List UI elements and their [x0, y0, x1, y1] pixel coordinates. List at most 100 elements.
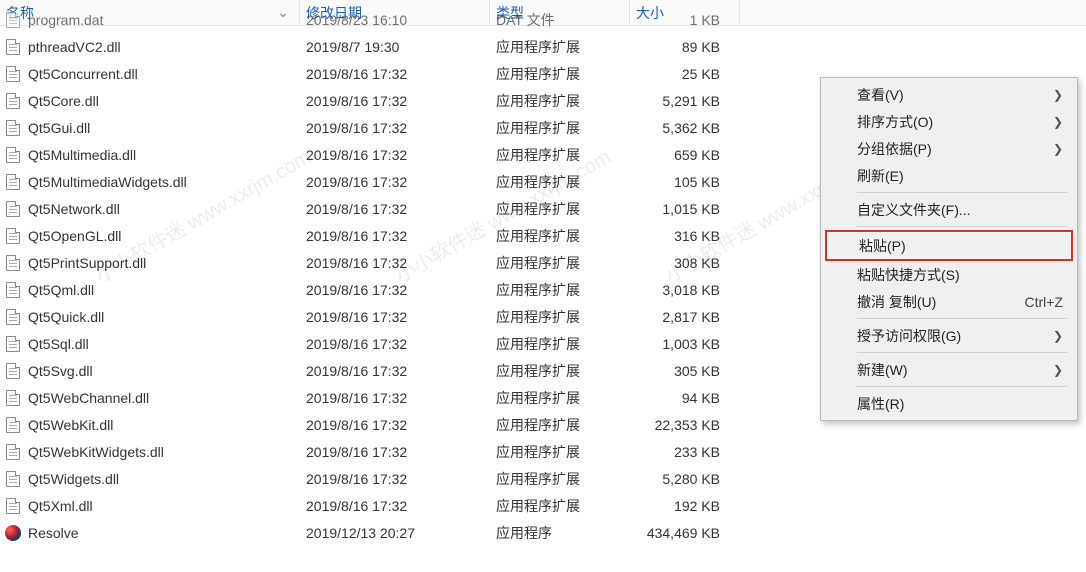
file-name-cell: Resolve — [0, 524, 300, 542]
resolve-app-icon — [4, 524, 22, 542]
chevron-right-icon: ❯ — [1053, 363, 1063, 377]
menu-properties[interactable]: 属性(R) — [823, 390, 1075, 417]
menu-paste-shortcut[interactable]: 粘贴快捷方式(S) — [823, 261, 1075, 288]
chevron-right-icon: ❯ — [1053, 115, 1063, 129]
file-icon — [4, 119, 22, 137]
file-size-cell: 94 KB — [630, 390, 740, 406]
menu-paste[interactable]: 粘贴(P) — [825, 230, 1073, 261]
file-type-cell: 应用程序扩展 — [490, 145, 630, 165]
file-name-cell: Qt5Sql.dll — [0, 335, 300, 353]
menu-separator — [857, 318, 1067, 319]
file-type-cell: 应用程序扩展 — [490, 388, 630, 408]
file-row[interactable]: Qt5Xml.dll2019/8/16 17:32应用程序扩展192 KB — [0, 492, 1086, 519]
file-icon — [4, 443, 22, 461]
file-row[interactable]: Resolve2019/12/13 20:27应用程序434,469 KB — [0, 519, 1086, 546]
file-name-cell: Qt5Concurrent.dll — [0, 65, 300, 83]
context-menu: 查看(V) ❯ 排序方式(O) ❯ 分组依据(P) ❯ 刷新(E) 自定义文件夹… — [820, 77, 1078, 421]
menu-view[interactable]: 查看(V) ❯ — [823, 81, 1075, 108]
file-name-cell: pthreadVC2.dll — [0, 38, 300, 56]
file-icon — [4, 200, 22, 218]
file-type-cell: 应用程序扩展 — [490, 307, 630, 327]
file-icon — [4, 92, 22, 110]
file-size-cell: 5,280 KB — [630, 471, 740, 487]
file-name-text: Qt5Widgets.dll — [28, 471, 119, 487]
menu-separator — [857, 386, 1067, 387]
file-name-text: Qt5Quick.dll — [28, 309, 104, 325]
file-icon — [4, 146, 22, 164]
file-type-cell: 应用程序扩展 — [490, 415, 630, 435]
file-size-cell: 3,018 KB — [630, 282, 740, 298]
file-size-cell: 308 KB — [630, 255, 740, 271]
menu-undo-copy-label: 撤消 复制(U) — [857, 292, 936, 312]
file-name-text: Qt5Gui.dll — [28, 120, 90, 136]
file-icon — [4, 335, 22, 353]
file-name-cell: Qt5Svg.dll — [0, 362, 300, 380]
menu-refresh[interactable]: 刷新(E) — [823, 162, 1075, 189]
file-size-cell: 1,015 KB — [630, 201, 740, 217]
file-size-cell: 5,362 KB — [630, 120, 740, 136]
file-icon — [4, 281, 22, 299]
file-icon — [4, 416, 22, 434]
file-name-text: program.dat — [28, 12, 103, 28]
file-type-cell: 应用程序扩展 — [490, 199, 630, 219]
file-size-cell: 434,469 KB — [630, 525, 740, 541]
menu-separator — [857, 226, 1067, 227]
file-icon — [4, 38, 22, 56]
file-row[interactable]: Qt5WebKitWidgets.dll2019/8/16 17:32应用程序扩… — [0, 438, 1086, 465]
chevron-right-icon: ❯ — [1053, 142, 1063, 156]
file-name-text: Qt5WebKit.dll — [28, 417, 113, 433]
menu-sort-label: 排序方式(O) — [857, 112, 933, 132]
file-name-cell: Qt5Gui.dll — [0, 119, 300, 137]
menu-group[interactable]: 分组依据(P) ❯ — [823, 135, 1075, 162]
file-name-text: Qt5Xml.dll — [28, 498, 93, 514]
file-type-cell: 应用程序扩展 — [490, 226, 630, 246]
file-size-cell: 233 KB — [630, 444, 740, 460]
menu-undo-copy[interactable]: 撤消 复制(U) Ctrl+Z — [823, 288, 1075, 315]
file-type-cell: 应用程序扩展 — [490, 64, 630, 84]
file-size-cell: 192 KB — [630, 498, 740, 514]
file-icon — [4, 389, 22, 407]
file-name-cell: Qt5OpenGL.dll — [0, 227, 300, 245]
file-row[interactable]: pthreadVC2.dll2019/8/7 19:30应用程序扩展89 KB — [0, 33, 1086, 60]
file-date-cell: 2019/8/16 17:32 — [300, 336, 490, 352]
menu-grant-access[interactable]: 授予访问权限(G) ❯ — [823, 322, 1075, 349]
menu-paste-label: 粘贴(P) — [859, 236, 906, 256]
file-date-cell: 2019/8/16 17:32 — [300, 417, 490, 433]
file-date-cell: 2019/8/7 19:30 — [300, 39, 490, 55]
menu-separator — [857, 192, 1067, 193]
menu-customize-label: 自定义文件夹(F)... — [857, 200, 971, 220]
file-name-cell: Qt5Widgets.dll — [0, 470, 300, 488]
file-date-cell: 2019/8/23 16:10 — [300, 12, 490, 28]
menu-sort[interactable]: 排序方式(O) ❯ — [823, 108, 1075, 135]
menu-grant-access-label: 授予访问权限(G) — [857, 326, 961, 346]
menu-refresh-label: 刷新(E) — [857, 166, 904, 186]
file-date-cell: 2019/8/16 17:32 — [300, 228, 490, 244]
file-icon — [4, 362, 22, 380]
file-icon — [4, 227, 22, 245]
file-size-cell: 2,817 KB — [630, 309, 740, 325]
file-row[interactable]: program.dat2019/8/23 16:10DAT 文件1 KB — [0, 6, 1086, 33]
file-name-text: Qt5Sql.dll — [28, 336, 89, 352]
menu-new[interactable]: 新建(W) ❯ — [823, 356, 1075, 383]
file-icon — [4, 254, 22, 272]
file-name-cell: Qt5WebKit.dll — [0, 416, 300, 434]
file-name-text: Qt5Qml.dll — [28, 282, 94, 298]
file-type-cell: 应用程序扩展 — [490, 469, 630, 489]
file-name-cell: Qt5Quick.dll — [0, 308, 300, 326]
file-date-cell: 2019/8/16 17:32 — [300, 444, 490, 460]
file-size-cell: 305 KB — [630, 363, 740, 379]
menu-view-label: 查看(V) — [857, 85, 904, 105]
file-date-cell: 2019/8/16 17:32 — [300, 390, 490, 406]
file-name-text: Qt5Core.dll — [28, 93, 99, 109]
file-name-cell: Qt5Xml.dll — [0, 497, 300, 515]
file-name-cell: program.dat — [0, 11, 300, 29]
file-name-text: pthreadVC2.dll — [28, 39, 121, 55]
menu-customize[interactable]: 自定义文件夹(F)... — [823, 196, 1075, 223]
file-date-cell: 2019/8/16 17:32 — [300, 498, 490, 514]
file-icon — [4, 11, 22, 29]
file-row[interactable]: Qt5Widgets.dll2019/8/16 17:32应用程序扩展5,280… — [0, 465, 1086, 492]
file-size-cell: 5,291 KB — [630, 93, 740, 109]
file-name-text: Qt5OpenGL.dll — [28, 228, 121, 244]
file-date-cell: 2019/8/16 17:32 — [300, 309, 490, 325]
file-type-cell: 应用程序扩展 — [490, 361, 630, 381]
